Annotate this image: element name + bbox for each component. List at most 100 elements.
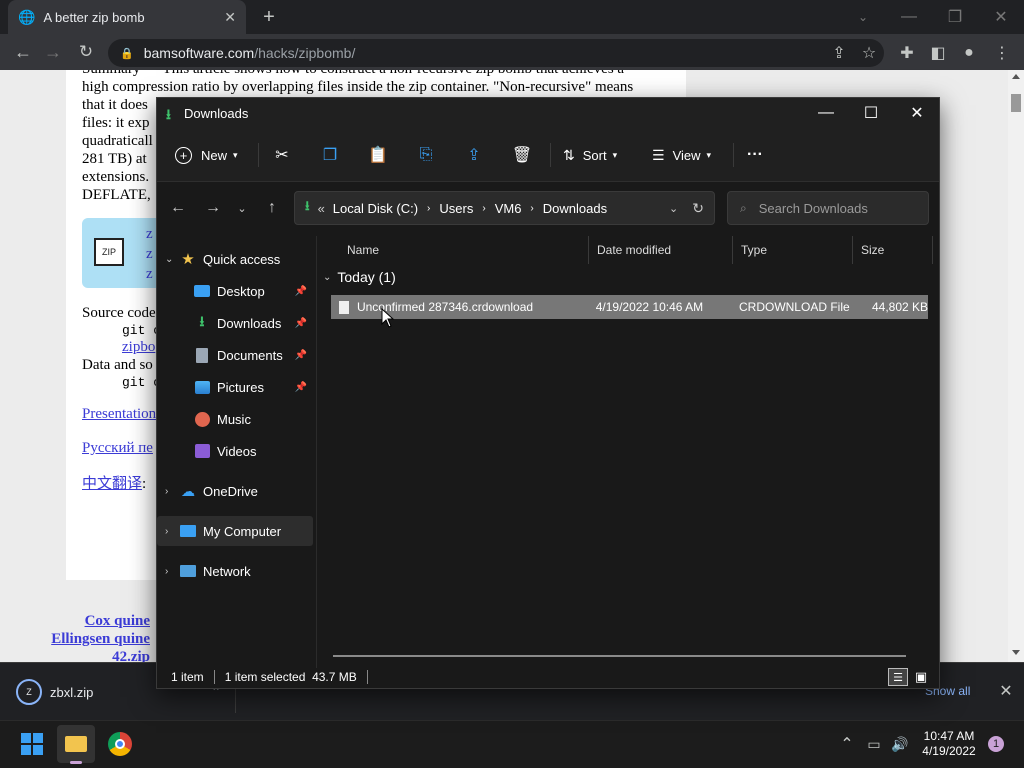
file-explorer-taskbar-button[interactable] xyxy=(57,725,95,764)
network-icon[interactable]: ▭ xyxy=(864,735,884,753)
forward-arrow-icon[interactable]: → xyxy=(42,41,64,63)
chrome-taskbar-button[interactable] xyxy=(108,732,132,756)
zipbomb-link[interactable]: zipbo xyxy=(122,338,155,356)
windows-start-icon[interactable] xyxy=(21,733,43,755)
ellingsen-quine-link[interactable]: Ellingsen quine xyxy=(44,630,150,648)
pin-icon[interactable]: 📌 xyxy=(295,350,307,361)
nav-pictures[interactable]: Pictures 📌 xyxy=(157,372,313,402)
close-download-bar-icon[interactable]: ✕ xyxy=(996,681,1016,701)
paste-icon[interactable]: 📋 xyxy=(367,145,389,165)
details-view-icon[interactable]: ☰ xyxy=(888,668,908,686)
breadcrumb-local-disk[interactable]: Local Disk (C:) xyxy=(333,201,418,216)
minimize-button[interactable]: — xyxy=(811,103,841,123)
breadcrumb-overflow[interactable]: « xyxy=(318,201,325,216)
breadcrumb-vm6[interactable]: VM6 xyxy=(495,201,522,216)
menu-kebab-icon[interactable]: ⋮ xyxy=(991,42,1013,64)
nav-music[interactable]: Music xyxy=(157,404,313,434)
restore-browser-button[interactable]: ❐ xyxy=(944,6,966,28)
pin-icon[interactable]: 📌 xyxy=(295,286,307,297)
column-header-date[interactable]: Date modified xyxy=(589,236,733,264)
window-title-bar[interactable]: ⭳ Downloads — ☐ ✕ xyxy=(157,98,939,128)
scroll-thumb[interactable] xyxy=(1011,94,1021,112)
volume-icon[interactable]: 🔊 xyxy=(890,735,910,753)
pin-icon[interactable]: 📌 xyxy=(295,318,307,329)
clock-date: 4/19/2022 xyxy=(922,744,976,758)
scroll-down-icon[interactable] xyxy=(1012,650,1020,655)
delete-icon[interactable]: 🗑 xyxy=(511,145,533,165)
share-icon[interactable]: ⇪ xyxy=(463,145,485,165)
back-arrow-icon[interactable]: ← xyxy=(12,41,34,63)
rename-icon[interactable]: ⎘ xyxy=(415,145,437,165)
chevron-down-icon: ▾ xyxy=(233,149,238,160)
zip-link[interactable]: z xyxy=(146,264,153,284)
file-row[interactable]: Unconfirmed 287346.crdownload 4/19/2022 … xyxy=(331,295,928,319)
extensions-icon[interactable]: ✚ xyxy=(896,42,918,64)
nav-label: Videos xyxy=(217,443,257,459)
nav-my-computer[interactable]: › My Computer xyxy=(157,516,313,546)
nav-documents[interactable]: Documents 📌 xyxy=(157,340,313,370)
forward-arrow-icon[interactable]: → xyxy=(202,198,224,218)
minimize-browser-button[interactable]: — xyxy=(898,6,920,28)
reload-icon[interactable]: ↻ xyxy=(75,41,97,63)
tiles-view-icon[interactable]: ▣ xyxy=(911,668,931,686)
page-scrollbar[interactable] xyxy=(1008,70,1024,662)
nav-network[interactable]: › Network xyxy=(157,556,313,586)
pin-icon[interactable]: 📌 xyxy=(295,382,307,393)
nav-desktop[interactable]: Desktop 📌 xyxy=(157,276,313,306)
up-arrow-icon[interactable]: ↑ xyxy=(261,198,283,218)
file-size: 44,802 KB xyxy=(871,300,929,314)
refresh-icon[interactable]: ↻ xyxy=(692,200,704,217)
browser-tab[interactable]: 🌐 A better zip bomb ✕ xyxy=(8,0,246,34)
breadcrumb-chevron-icon: › xyxy=(427,202,431,214)
zip-link[interactable]: z xyxy=(146,224,153,244)
nav-quick-access[interactable]: ⌄ ★ Quick access xyxy=(157,244,313,274)
show-hidden-icons-chevron[interactable]: ⌃ xyxy=(838,735,856,753)
address-bar[interactable]: 🔒 bamsoftware.com /hacks/zipbomb/ ⇪ ☆ xyxy=(108,39,884,67)
side-panel-icon[interactable]: ◧ xyxy=(927,42,949,64)
close-browser-button[interactable]: ✕ xyxy=(990,6,1012,28)
nav-downloads[interactable]: ⭳ Downloads 📌 xyxy=(157,308,313,338)
column-header-size[interactable]: Size xyxy=(853,236,933,264)
nav-videos[interactable]: Videos xyxy=(157,436,313,466)
sort-button[interactable]: ⇅ Sort ▾ xyxy=(563,143,617,167)
group-header[interactable]: ⌄ Today (1) xyxy=(323,269,396,285)
new-tab-button[interactable]: + xyxy=(258,6,280,28)
view-button[interactable]: ☰ View ▾ xyxy=(652,143,711,167)
russian-translation-link[interactable]: Русский пе xyxy=(82,439,153,457)
close-window-button[interactable]: ✕ xyxy=(902,103,932,123)
42zip-link[interactable]: 42.zip xyxy=(44,648,150,662)
close-tab-icon[interactable]: ✕ xyxy=(224,9,236,26)
column-header-type[interactable]: Type xyxy=(733,236,853,264)
tab-search-chevron-icon[interactable]: ⌄ xyxy=(852,6,874,28)
more-options-button[interactable]: ··· xyxy=(747,143,763,167)
breadcrumb-users[interactable]: Users xyxy=(439,201,473,216)
search-downloads-input[interactable]: ⌕ Search Downloads xyxy=(727,191,929,225)
nav-onedrive[interactable]: › ☁ OneDrive xyxy=(157,476,313,506)
clock[interactable]: 10:47 AM 4/19/2022 xyxy=(916,729,982,759)
scroll-up-icon[interactable] xyxy=(1012,74,1020,79)
share-icon[interactable]: ⇪ xyxy=(824,43,854,63)
new-button[interactable]: + New ▾ xyxy=(175,143,238,167)
address-dropdown-icon[interactable]: ⌄ xyxy=(669,202,678,215)
nav-label: Documents xyxy=(217,347,283,363)
cut-icon[interactable]: ✂ xyxy=(271,145,293,165)
horizontal-scrollbar[interactable] xyxy=(333,655,906,657)
chinese-translation-link[interactable]: 中文翻译 xyxy=(82,476,142,492)
profile-icon[interactable]: ● xyxy=(958,42,980,64)
cox-quine-link[interactable]: Cox quine xyxy=(44,612,150,630)
back-arrow-icon[interactable]: ← xyxy=(167,198,189,218)
downloads-icon: ⭳ xyxy=(199,313,205,329)
file-explorer-window: ⭳ Downloads — ☐ ✕ + New ▾ ✂ ❐ 📋 ⎘ ⇪ 🗑 ⇅ … xyxy=(156,97,940,689)
bookmark-star-icon[interactable]: ☆ xyxy=(854,43,884,63)
notification-badge[interactable]: 1 xyxy=(988,736,1004,752)
pictures-icon xyxy=(193,379,211,395)
recent-chevron-icon[interactable]: ⌄ xyxy=(233,198,251,218)
copy-icon[interactable]: ❐ xyxy=(319,145,341,165)
explorer-address-bar[interactable]: ⭳ « Local Disk (C:) › Users › VM6 › Down… xyxy=(294,191,715,225)
maximize-button[interactable]: ☐ xyxy=(856,103,886,123)
presentation-link[interactable]: Presentation xyxy=(82,405,156,423)
selection-info: 1 item selected 43.7 MB xyxy=(224,670,357,684)
breadcrumb-downloads[interactable]: Downloads xyxy=(543,201,607,216)
zip-link[interactable]: z xyxy=(146,244,153,264)
column-header-name[interactable]: Name xyxy=(339,236,589,264)
